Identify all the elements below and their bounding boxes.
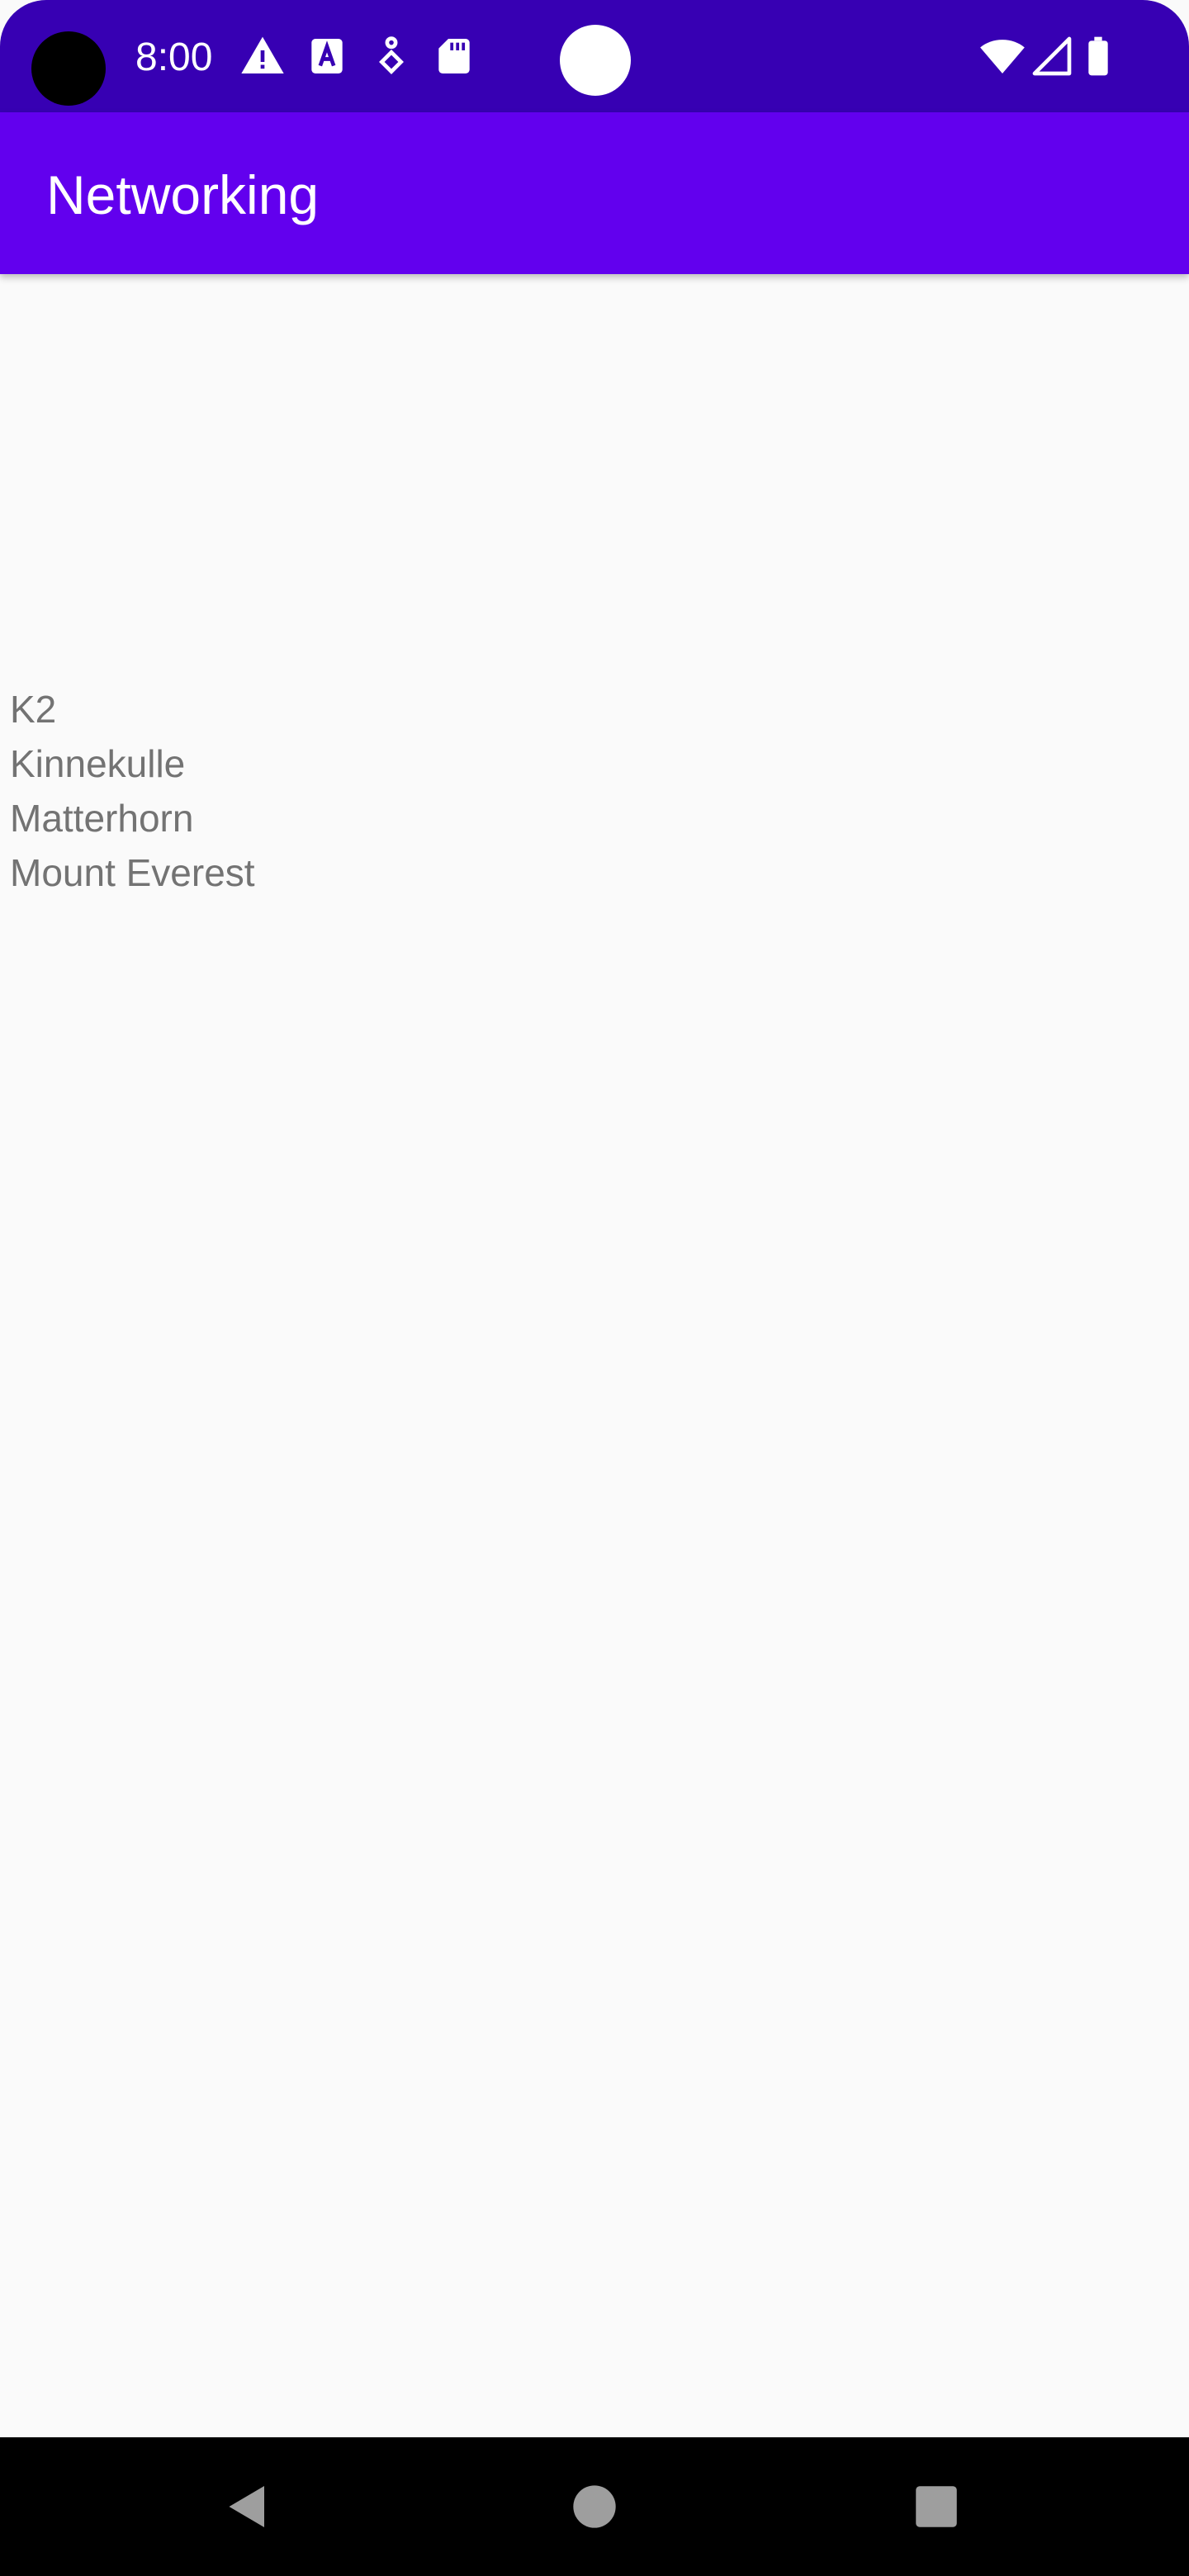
app-bar: Networking: [0, 112, 1189, 274]
home-icon: [573, 2485, 616, 2528]
front-sensor: [560, 25, 631, 96]
back-icon: [229, 2486, 264, 2527]
battery-icon: [1088, 36, 1108, 76]
wifi-icon: [980, 40, 1025, 73]
list-item[interactable]: Mount Everest: [10, 845, 255, 900]
status-bar: 8:00: [0, 0, 1189, 112]
recents-button[interactable]: [867, 2437, 1006, 2576]
mountain-list: K2 Kinnekulle Matterhorn Mount Everest: [10, 682, 255, 900]
signal-icon: [1032, 36, 1072, 76]
recents-icon: [916, 2486, 957, 2527]
text-a-icon: [311, 39, 343, 73]
list-item[interactable]: K2: [10, 682, 255, 736]
alert-icon: [241, 36, 284, 73]
navigation-bar: [0, 2437, 1189, 2576]
accessibility-icon: [379, 36, 404, 74]
sd-card-icon: [438, 39, 470, 73]
home-button[interactable]: [525, 2437, 664, 2576]
back-button[interactable]: [178, 2437, 317, 2576]
list-item[interactable]: Kinnekulle: [10, 736, 255, 791]
phone-screen: 8:00 Networking K2 Kinnekulle Matterhorn…: [0, 0, 1189, 2576]
list-item[interactable]: Matterhorn: [10, 791, 255, 845]
camera-cutout: [31, 31, 106, 106]
app-title: Networking: [46, 164, 320, 225]
status-clock: 8:00: [135, 36, 213, 79]
